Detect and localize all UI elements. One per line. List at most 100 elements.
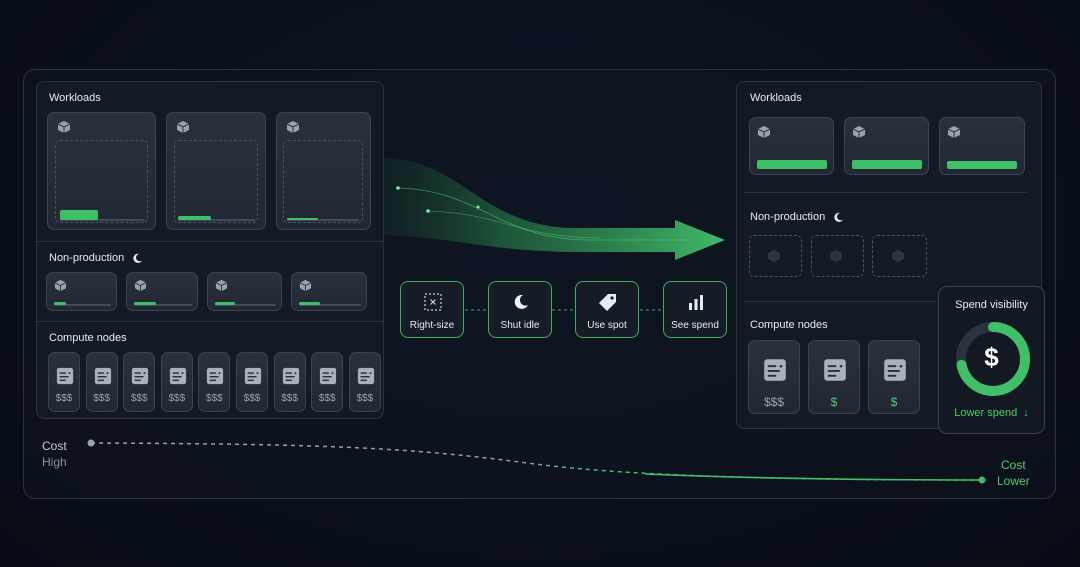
node-cost-label: $$$ (356, 393, 374, 404)
server-icon-wrap (169, 367, 187, 390)
compute-node-card[interactable]: $$$ (236, 352, 268, 412)
moon-icon (514, 294, 528, 309)
cost-end-dot (978, 476, 986, 484)
node-cost-label: $$$ (281, 393, 298, 404)
usage-bar (215, 302, 235, 305)
cost-high-label: Cost High (42, 438, 67, 470)
node-cost-label: $$$ (130, 393, 148, 404)
spend-footer: Lower spend ↓ (939, 407, 1044, 419)
node-cost-label: $$$ (93, 393, 110, 404)
cube-icon (286, 121, 300, 133)
see-spend-action-button[interactable]: See spend (663, 281, 727, 338)
arrow-down-icon: ↓ (1023, 407, 1029, 419)
cube-icon (768, 250, 780, 262)
cube-icon (134, 279, 147, 292)
server-icon (282, 367, 299, 385)
usage-bar (54, 302, 66, 305)
server-icon (320, 367, 337, 385)
usage-bar (852, 160, 922, 169)
cost-lower-label: Cost Lower (997, 457, 1030, 489)
tag-icon (599, 294, 616, 311)
flow-particle (426, 209, 430, 213)
server-icon-wrap (244, 367, 262, 390)
cube-icon (176, 121, 190, 133)
node-cost-label: $$$ (243, 393, 261, 404)
spend-visibility-title: Spend visibility (955, 299, 1028, 311)
usage-bar (134, 302, 156, 305)
compute-node-card[interactable]: $$$ (273, 352, 306, 412)
before-nodes-title: Compute nodes (49, 332, 127, 344)
action-label: See spend (671, 320, 719, 331)
server-icon-wrap (282, 367, 300, 390)
spend-visibility-card[interactable]: Spend visibility $ Lower spend ↓ (938, 286, 1045, 434)
action-label: Use spot (587, 320, 627, 331)
compute-node-card[interactable]: $$$ (48, 352, 80, 412)
server-icon (884, 359, 906, 381)
server-icon-wrap (56, 367, 74, 390)
flow-particle (476, 205, 480, 209)
server-icon (132, 367, 149, 385)
use-spot-action-button[interactable]: Use spot (575, 281, 639, 338)
server-icon (94, 367, 111, 385)
usage-bar (178, 216, 211, 220)
flow-particle (396, 186, 400, 190)
optimization-flow-arrow (382, 158, 725, 260)
server-icon (824, 359, 846, 381)
node-cost-label: $$$ (168, 393, 186, 404)
compute-node-card[interactable]: $$$ (348, 352, 381, 412)
action-label: Right-size (409, 320, 455, 331)
compute-node-card[interactable]: $ (808, 340, 860, 414)
cost-start-dot (87, 439, 95, 447)
workload-capacity-box (283, 140, 363, 223)
server-icon-wrap (823, 358, 847, 387)
section-divider (37, 241, 383, 242)
compute-node-card[interactable]: $$$ (198, 352, 231, 412)
server-icon (169, 367, 186, 385)
workload-capacity-box (174, 140, 258, 223)
moon-icon (133, 253, 143, 263)
usage-bar (60, 210, 98, 220)
usage-bar (287, 218, 318, 220)
after-workloads-title: Workloads (750, 92, 802, 104)
after-nodes-title: Compute nodes (750, 319, 828, 331)
server-icon (207, 367, 224, 385)
server-icon-wrap (357, 367, 375, 390)
right-size-action-button[interactable]: Right-size (400, 281, 464, 338)
cube-icon (215, 279, 228, 292)
node-cost-label: $$$ (318, 393, 336, 404)
compute-node-card[interactable]: $$$ (123, 352, 156, 412)
cube-icon (57, 121, 71, 133)
server-icon (244, 367, 262, 385)
resize-icon (424, 293, 442, 311)
section-divider (37, 321, 383, 322)
cube-icon (892, 250, 904, 262)
compute-node-card[interactable]: $$$ (748, 340, 800, 414)
server-icon (764, 359, 786, 381)
nonprod-label: Non-production (750, 211, 826, 223)
cube-icon (757, 126, 771, 138)
before-nonprod-title: Non-production (49, 252, 143, 264)
dollar-icon: $ (984, 342, 999, 372)
server-icon (56, 367, 74, 385)
server-icon-wrap (763, 358, 787, 387)
node-cost-label: $$$ (763, 395, 785, 409)
compute-node-card[interactable]: $$$ (160, 352, 193, 412)
compute-node-card[interactable]: $$$ (85, 352, 118, 412)
server-icon-wrap (319, 367, 337, 390)
node-cost-label: $ (890, 395, 898, 409)
node-cost-label: $$$ (55, 393, 73, 404)
lower-spend-label: Lower spend (954, 407, 1018, 419)
section-divider (744, 301, 936, 302)
cost-high-line1: Cost (42, 439, 67, 453)
usage-bar (757, 160, 827, 169)
cube-icon (299, 279, 312, 292)
usage-bar (299, 302, 320, 305)
cube-icon (54, 279, 67, 292)
nonprod-label: Non-production (49, 252, 125, 264)
compute-node-card[interactable]: $$$ (311, 352, 344, 412)
cost-lower-line2: Lower (997, 474, 1030, 488)
compute-node-card[interactable]: $ (868, 340, 920, 414)
server-icon (357, 367, 374, 385)
cube-icon (852, 126, 866, 138)
shut-idle-action-button[interactable]: Shut idle (488, 281, 552, 338)
